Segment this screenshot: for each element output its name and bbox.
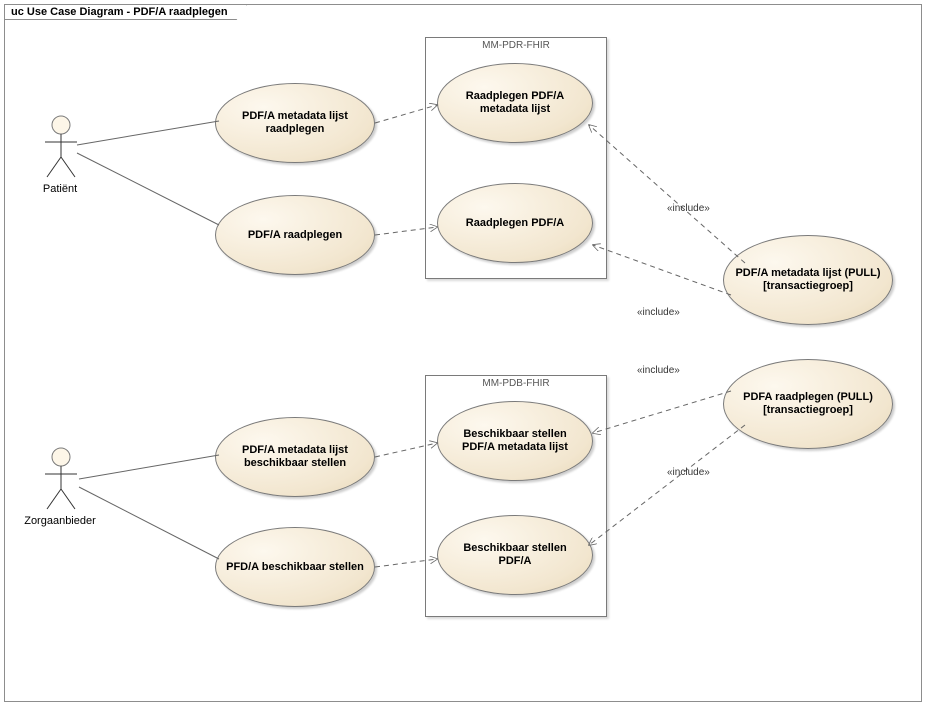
usecase-uc5-label: PDF/A metadata lijst beschikbaar stellen bbox=[226, 444, 364, 469]
usecase-uc7: Beschikbaar stellen PDF/A metadata lijst bbox=[437, 401, 593, 481]
include-label-3: «include» bbox=[637, 365, 680, 376]
usecase-uc5: PDF/A metadata lijst beschikbaar stellen bbox=[215, 417, 375, 497]
actor-zorgaanbieder-icon bbox=[43, 447, 79, 513]
usecase-uc8: Beschikbaar stellen PDF/A bbox=[437, 515, 593, 595]
frame-title: uc Use Case Diagram - PDF/A raadplegen bbox=[5, 5, 247, 20]
boundary-pdb-title: MM-PDB-FHIR bbox=[426, 378, 606, 389]
usecase-uc2-label: PDF/A raadplegen bbox=[248, 229, 342, 242]
usecase-uc2: PDF/A raadplegen bbox=[215, 195, 375, 275]
boundary-pdr-title: MM-PDR-FHIR bbox=[426, 40, 606, 51]
usecase-uc6: PFD/A beschikbaar stellen bbox=[215, 527, 375, 607]
usecase-uc10: PDFA raadplegen (PULL) [transactiegroep] bbox=[723, 359, 893, 449]
usecase-uc10-label: PDFA raadplegen (PULL) [transactiegroep] bbox=[734, 391, 882, 416]
usecase-uc3-label: Raadplegen PDF/A metadata lijst bbox=[448, 90, 582, 115]
usecase-uc7-label: Beschikbaar stellen PDF/A metadata lijst bbox=[448, 428, 582, 453]
include-label-2: «include» bbox=[637, 307, 680, 318]
usecase-uc8-label: Beschikbaar stellen PDF/A bbox=[448, 542, 582, 567]
diagram-frame: uc Use Case Diagram - PDF/A raadplegen P… bbox=[4, 4, 922, 702]
actor-patient-icon bbox=[43, 115, 79, 181]
include-label-4: «include» bbox=[667, 467, 710, 478]
actor-patient-label: Patiënt bbox=[25, 183, 95, 195]
usecase-uc6-label: PFD/A beschikbaar stellen bbox=[226, 561, 364, 574]
usecase-uc1-label: PDF/A metadata lijst raadplegen bbox=[226, 110, 364, 135]
actor-zorgaanbieder-label: Zorgaanbieder bbox=[21, 515, 99, 527]
usecase-uc4-label: Raadplegen PDF/A bbox=[466, 217, 564, 230]
usecase-uc3: Raadplegen PDF/A metadata lijst bbox=[437, 63, 593, 143]
usecase-uc9: PDF/A metadata lijst (PULL) [transactieg… bbox=[723, 235, 893, 325]
diagram-canvas: uc Use Case Diagram - PDF/A raadplegen P… bbox=[0, 0, 926, 705]
usecase-uc1: PDF/A metadata lijst raadplegen bbox=[215, 83, 375, 163]
usecase-uc4: Raadplegen PDF/A bbox=[437, 183, 593, 263]
include-label-1: «include» bbox=[667, 203, 710, 214]
usecase-uc9-label: PDF/A metadata lijst (PULL) [transactieg… bbox=[734, 267, 882, 292]
